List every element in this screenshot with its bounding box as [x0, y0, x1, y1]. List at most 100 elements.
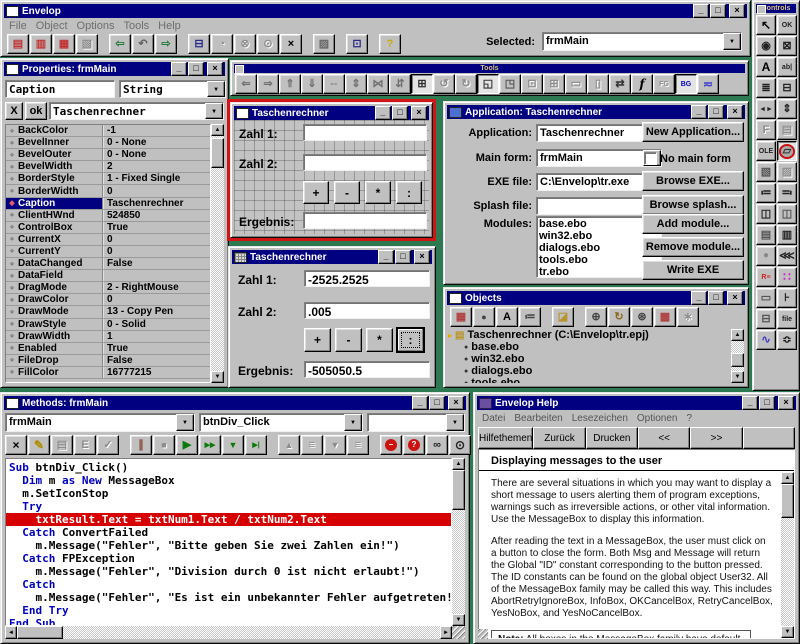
delete-method-icon[interactable]: × [5, 435, 27, 455]
property-row[interactable]: ⋄ DrawColor 0 [6, 294, 210, 307]
rotate-icon[interactable]: ⊡ [521, 74, 543, 94]
font-icon[interactable]: f [631, 74, 653, 94]
property-row[interactable]: ⋄ DrawStyle 0 - Solid [6, 318, 210, 331]
stack-up-icon[interactable]: ▲ [278, 435, 300, 455]
code-line[interactable]: Catch FPException [9, 552, 451, 565]
scroll-thumb[interactable] [452, 470, 465, 510]
debug-help-icon[interactable]: ? [403, 435, 425, 455]
open-project-icon[interactable]: ▥ [30, 34, 52, 54]
maximize-button[interactable]: □ [188, 62, 204, 76]
align-bottom-icon[interactable]: ⇓ [301, 74, 323, 94]
help-icon[interactable]: ? [379, 34, 401, 54]
scroll-up-icon[interactable]: ▲ [211, 124, 224, 136]
doc-tool[interactable]: ▤ [756, 225, 776, 245]
divide-button[interactable]: : [396, 181, 422, 204]
undo-icon[interactable]: ↺ [433, 74, 455, 94]
close-button[interactable]: × [778, 396, 794, 410]
help-button-drucken[interactable]: Drucken [585, 427, 639, 449]
pause-icon[interactable]: ∥ [130, 435, 152, 455]
cancel-edit-button[interactable]: X [5, 102, 23, 120]
close-button[interactable]: × [729, 4, 745, 18]
event-icon[interactable]: E [74, 435, 96, 455]
same-width-icon[interactable]: ⇔ [323, 74, 345, 94]
code-editor[interactable]: Sub btnDiv_Click() Dim m as New MessageB… [5, 458, 452, 626]
watch-icon[interactable]: ∞ [426, 435, 448, 455]
fg-color-icon[interactable]: FG [653, 74, 675, 94]
save-all-icon[interactable]: ▧ [76, 34, 98, 54]
close-button[interactable]: × [727, 105, 743, 119]
zahl2-input[interactable]: .005 [304, 302, 430, 319]
richtext-tool[interactable]: R≡ [756, 267, 776, 287]
new-control-icon[interactable]: ▨ [313, 34, 335, 54]
events-icon[interactable]: ⊗ [234, 34, 256, 54]
property-row[interactable]: ◆ Caption Taschenrechner [6, 197, 210, 210]
property-row[interactable]: ⋄ BevelOuter 0 - None [6, 149, 210, 162]
multiply-button[interactable]: * [366, 328, 393, 352]
menu-item-lesezeichen[interactable]: Lesezeichen [572, 413, 637, 425]
help-button-zurück[interactable]: Zurück [533, 427, 586, 449]
scroll-right-icon[interactable]: ► [440, 626, 452, 639]
colors-tool[interactable]: ∷ [777, 267, 797, 287]
code-line[interactable]: m.Message("Fehler", "Es ist ein unbekann… [9, 591, 451, 604]
align-left-icon[interactable]: ⇐ [235, 74, 257, 94]
main-titlebar[interactable]: Envelop _ □ × [4, 4, 747, 18]
close-button[interactable]: × [727, 291, 743, 305]
property-row[interactable]: ⋄ DragMode 2 - RightMouse [6, 282, 210, 295]
help-button-blank[interactable]: >> [690, 427, 743, 449]
code-line[interactable]: m.Message("Fehler", "Division durch 0 is… [9, 565, 451, 578]
ok-edit-button[interactable]: ok [25, 102, 47, 120]
scroll-up-icon[interactable]: ▲ [781, 472, 794, 484]
doc2-tool[interactable]: ▥ [777, 225, 797, 245]
scroll-track[interactable] [17, 626, 440, 639]
save-module-icon[interactable]: ⊛ [631, 307, 653, 327]
scroll-thumb[interactable] [731, 353, 744, 367]
code-line[interactable]: m.SetIconStop [9, 487, 451, 500]
property-row[interactable]: ⋄ BackColor -1 [6, 125, 210, 138]
zahl1-input[interactable]: -2525.2525 [304, 270, 430, 287]
menu-item-bearbeiten[interactable]: Bearbeiten [514, 413, 571, 425]
detail-list-tool[interactable]: ≕ [777, 183, 797, 203]
edit-grid-icon[interactable]: ▤ [51, 435, 73, 455]
save-project-icon[interactable]: ▦ [53, 34, 75, 54]
scroll-down-icon[interactable]: ▼ [211, 371, 224, 383]
timer-icon[interactable]: ◔ [211, 34, 233, 54]
image-tool[interactable]: ▨ [777, 162, 797, 182]
maximize-button[interactable]: □ [392, 106, 408, 120]
code-line[interactable]: Sub btnDiv_Click() [9, 461, 451, 474]
maximize-button[interactable]: □ [429, 396, 445, 410]
code-line[interactable]: m.Message("Fehler", "Bitte geben Sie zwe… [9, 539, 451, 552]
zahl1-input[interactable] [303, 124, 427, 141]
scroll-left-icon[interactable]: ◄ [5, 626, 17, 639]
same-height-icon[interactable]: ⇕ [345, 74, 367, 94]
menu-item-help[interactable]: Help [158, 20, 190, 33]
dropdown-arrow-icon[interactable]: ▼ [207, 81, 225, 97]
panel-tool[interactable]: ▤ [777, 120, 797, 140]
scroll-thumb[interactable] [211, 138, 224, 168]
picture-tool[interactable]: ▧ [756, 162, 776, 182]
stop-icon[interactable]: ■ [153, 435, 175, 455]
tab-tool[interactable]: ▭ [756, 288, 776, 308]
scroll-down-icon[interactable]: ▼ [731, 371, 744, 383]
find-icon[interactable]: ⊙ [449, 435, 471, 455]
list-view-icon[interactable]: ≔ [519, 307, 541, 327]
runtime-titlebar[interactable]: Taschenrechner _ □ × [232, 250, 432, 264]
stack-list-icon[interactable]: ≡ [301, 435, 323, 455]
save-project-icon[interactable]: ▩ [654, 307, 676, 327]
code-vscrollbar[interactable]: ▲ ▼ [452, 458, 465, 626]
dropdown-arrow-icon[interactable]: ▼ [344, 414, 362, 431]
back-icon[interactable]: ⇦ [109, 34, 131, 54]
plus-button[interactable]: + [303, 181, 329, 204]
tree-item[interactable]: ● dialogs.ebo [448, 365, 731, 377]
grid-tool[interactable]: ◫ [756, 204, 776, 224]
snap-grid-icon[interactable]: ⊞ [411, 74, 433, 94]
objects-titlebar[interactable]: Objects _ □ × [447, 291, 745, 305]
pointer-tool[interactable]: ↖ [756, 15, 776, 35]
project-case-icon[interactable]: ▦ [450, 307, 472, 327]
outline2-icon[interactable]: ▯ [587, 74, 609, 94]
dropdown-arrow-icon[interactable]: ▼ [446, 414, 464, 431]
check-icon[interactable]: ✓ [97, 435, 119, 455]
code-line[interactable]: Try [9, 500, 451, 513]
plus-button[interactable]: + [304, 328, 331, 352]
ole-tool[interactable]: OLE [756, 141, 776, 161]
menu-item-optionen[interactable]: Optionen [637, 413, 687, 425]
